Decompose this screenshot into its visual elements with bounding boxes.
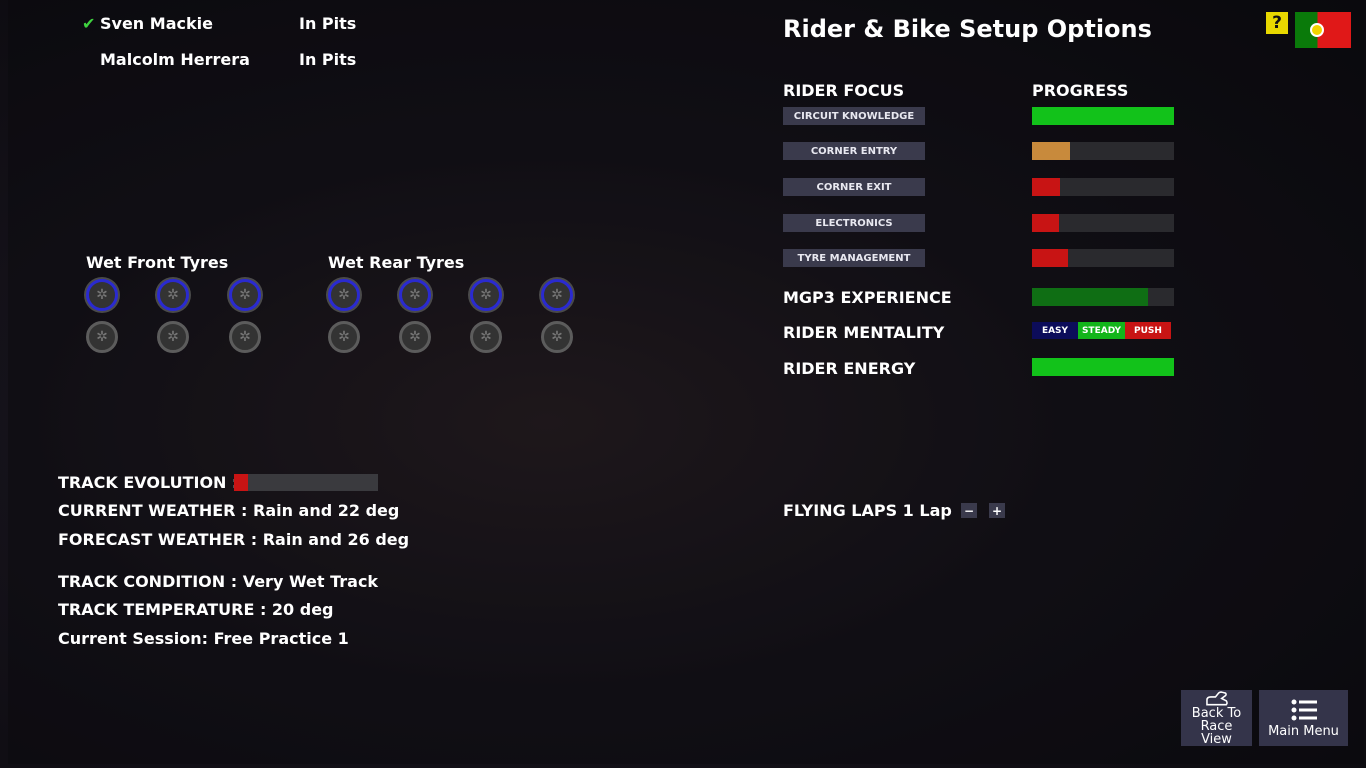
mentality-selector: EASY STEADY PUSH bbox=[1032, 322, 1171, 339]
rear-tyres-label: Wet Rear Tyres bbox=[328, 253, 465, 272]
focus-option[interactable]: CORNER EXIT bbox=[783, 178, 925, 196]
rider-name[interactable]: Sven Mackie bbox=[100, 14, 213, 33]
mentality-steady[interactable]: STEADY bbox=[1078, 322, 1125, 339]
main-menu-button[interactable]: Main Menu bbox=[1259, 690, 1348, 746]
menu-list-icon bbox=[1291, 699, 1317, 720]
track-evolution-bar bbox=[234, 474, 378, 491]
used-tyre-icon[interactable]: ✲ bbox=[328, 321, 360, 353]
new-tyre-icon[interactable]: ✲ bbox=[541, 279, 573, 311]
progress-fill bbox=[1032, 249, 1068, 267]
help-button[interactable]: ? bbox=[1266, 12, 1288, 34]
flying-laps-label: FLYING LAPS 1 Lap bbox=[783, 501, 952, 520]
portugal-flag-icon bbox=[1295, 12, 1351, 48]
rider-checkbox[interactable]: ✔ bbox=[82, 14, 95, 33]
rider-status: In Pits bbox=[299, 14, 357, 33]
used-tyre-icon[interactable]: ✲ bbox=[399, 321, 431, 353]
rider-focus-heading: RIDER FOCUS bbox=[783, 81, 905, 100]
rider-status: In Pits bbox=[299, 50, 357, 69]
increase-laps-button[interactable]: + bbox=[989, 503, 1005, 518]
front-tyres-label: Wet Front Tyres bbox=[86, 253, 229, 272]
rider-name[interactable]: Malcolm Herrera bbox=[100, 50, 250, 69]
new-tyre-icon[interactable]: ✲ bbox=[86, 279, 118, 311]
used-tyre-icon[interactable]: ✲ bbox=[157, 321, 189, 353]
new-tyre-icon[interactable]: ✲ bbox=[157, 279, 189, 311]
focus-option[interactable]: CORNER ENTRY bbox=[783, 142, 925, 160]
forecast-weather: FORECAST WEATHER : Rain and 26 deg bbox=[58, 530, 410, 549]
back-to-race-view-button[interactable]: Back To Race View bbox=[1181, 690, 1252, 746]
decrease-laps-button[interactable]: − bbox=[961, 503, 977, 518]
new-tyre-icon[interactable]: ✲ bbox=[470, 279, 502, 311]
progress-fill bbox=[1032, 107, 1174, 125]
focus-progress-bar bbox=[1032, 249, 1174, 267]
energy-bar bbox=[1032, 358, 1174, 376]
current-session: Current Session: Free Practice 1 bbox=[58, 629, 349, 648]
progress-fill bbox=[1032, 178, 1061, 196]
energy-label: RIDER ENERGY bbox=[783, 359, 916, 378]
current-weather: CURRENT WEATHER : Rain and 22 deg bbox=[58, 501, 400, 520]
progress-fill bbox=[1032, 142, 1071, 160]
focus-option[interactable]: CIRCUIT KNOWLEDGE bbox=[783, 107, 925, 125]
focus-option[interactable]: ELECTRONICS bbox=[783, 214, 925, 232]
track-temperature: TRACK TEMPERATURE : 20 deg bbox=[58, 600, 334, 619]
progress-fill bbox=[1032, 214, 1059, 232]
used-tyre-icon[interactable]: ✲ bbox=[86, 321, 118, 353]
experience-label: MGP3 EXPERIENCE bbox=[783, 288, 952, 307]
back-label: Back To Race View bbox=[1191, 706, 1242, 747]
new-tyre-icon[interactable]: ✲ bbox=[229, 279, 261, 311]
menu-label: Main Menu bbox=[1268, 723, 1339, 739]
used-tyre-icon[interactable]: ✲ bbox=[229, 321, 261, 353]
focus-progress-bar bbox=[1032, 107, 1174, 125]
progress-heading: PROGRESS bbox=[1032, 81, 1129, 100]
new-tyre-icon[interactable]: ✲ bbox=[399, 279, 431, 311]
focus-progress-bar bbox=[1032, 142, 1174, 160]
mentality-push[interactable]: PUSH bbox=[1125, 322, 1171, 339]
page-title: Rider & Bike Setup Options bbox=[783, 15, 1152, 43]
focus-progress-bar bbox=[1032, 214, 1174, 232]
experience-bar bbox=[1032, 288, 1174, 306]
mentality-easy[interactable]: EASY bbox=[1032, 322, 1078, 339]
focus-progress-bar bbox=[1032, 178, 1174, 196]
mentality-label: RIDER MENTALITY bbox=[783, 323, 945, 342]
track-evolution-label: TRACK EVOLUTION : bbox=[58, 473, 239, 492]
track-icon bbox=[1205, 691, 1228, 706]
used-tyre-icon[interactable]: ✲ bbox=[541, 321, 573, 353]
used-tyre-icon[interactable]: ✲ bbox=[470, 321, 502, 353]
track-condition: TRACK CONDITION : Very Wet Track bbox=[58, 572, 379, 591]
focus-option[interactable]: TYRE MANAGEMENT bbox=[783, 249, 925, 267]
new-tyre-icon[interactable]: ✲ bbox=[328, 279, 360, 311]
